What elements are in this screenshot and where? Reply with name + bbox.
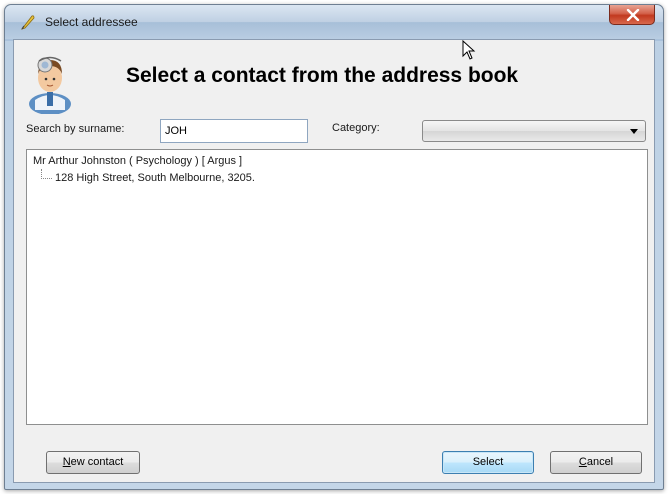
page-title: Select a contact from the address book — [126, 64, 519, 87]
search-label: Search by surname: — [26, 123, 125, 135]
new-contact-mnemonic: N — [62, 456, 71, 468]
close-icon — [626, 9, 640, 21]
select-button[interactable]: Select — [442, 451, 534, 474]
contacts-tree[interactable]: Mr Arthur Johnston ( Psychology ) [ Argu… — [26, 149, 648, 425]
mouse-pointer-icon — [462, 39, 476, 65]
new-contact-button[interactable]: New contact — [46, 451, 140, 474]
cancel-label: ancel — [586, 456, 614, 468]
select-addressee-dialog: Select addressee Select a contact from t… — [4, 4, 664, 490]
doctor-icon — [26, 48, 74, 115]
category-select[interactable] — [422, 120, 646, 142]
close-button[interactable] — [609, 5, 655, 25]
category-label: Category: — [332, 122, 380, 134]
contact-node[interactable]: Mr Arthur Johnston ( Psychology ) [ Argu… — [33, 155, 242, 167]
window-title: Select addressee — [45, 15, 138, 29]
title-bar[interactable]: Select addressee — [5, 5, 663, 39]
quill-icon — [19, 13, 37, 31]
tree-connector — [41, 169, 52, 179]
cancel-mnemonic: C — [578, 456, 587, 468]
chevron-down-icon — [630, 129, 638, 134]
contact-address-node[interactable]: 128 High Street, South Melbourne, 3205. — [55, 172, 255, 184]
dialog-body: Select a contact from the address book S… — [13, 39, 655, 483]
new-contact-label: ew contact — [70, 456, 124, 468]
cancel-button[interactable]: Cancel — [550, 451, 642, 474]
surname-search-input[interactable] — [160, 119, 308, 143]
